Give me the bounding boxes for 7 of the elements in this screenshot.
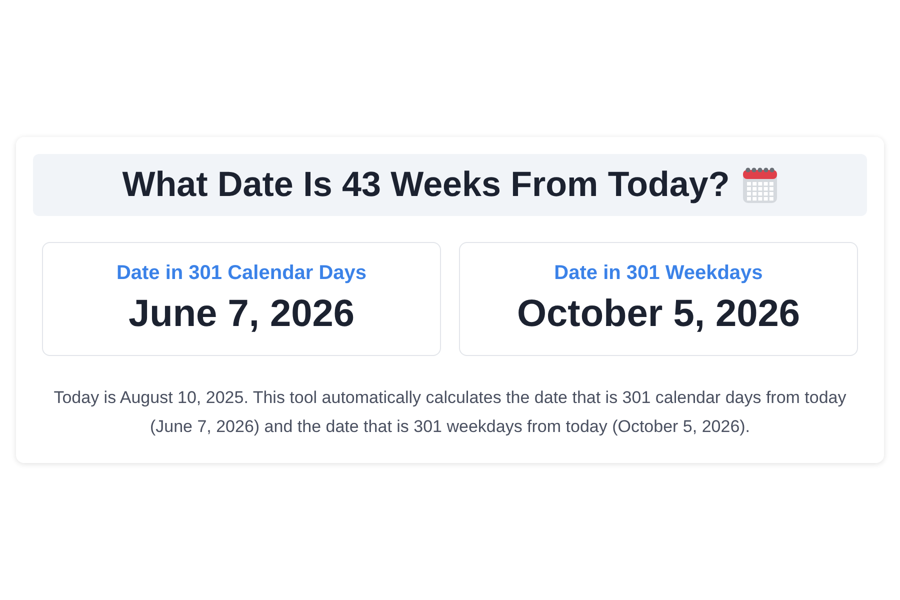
page-title: What Date Is 43 Weeks From Today? [122,164,730,204]
result-date: October 5, 2026 [516,292,800,336]
description-text: Today is August 10, 2025. This tool automatically calculates the date that is 301 calendar days from today (June 7, 2026) and the date that is 301 weekdays from today (October 5, 2026). [52,386,848,438]
result-label: Date in 301 Weekdays [554,262,763,284]
result-label: Date in 301 Calendar Days [116,262,367,284]
calendar-icon [742,166,778,204]
result-date: June 7, 2026 [128,292,355,336]
